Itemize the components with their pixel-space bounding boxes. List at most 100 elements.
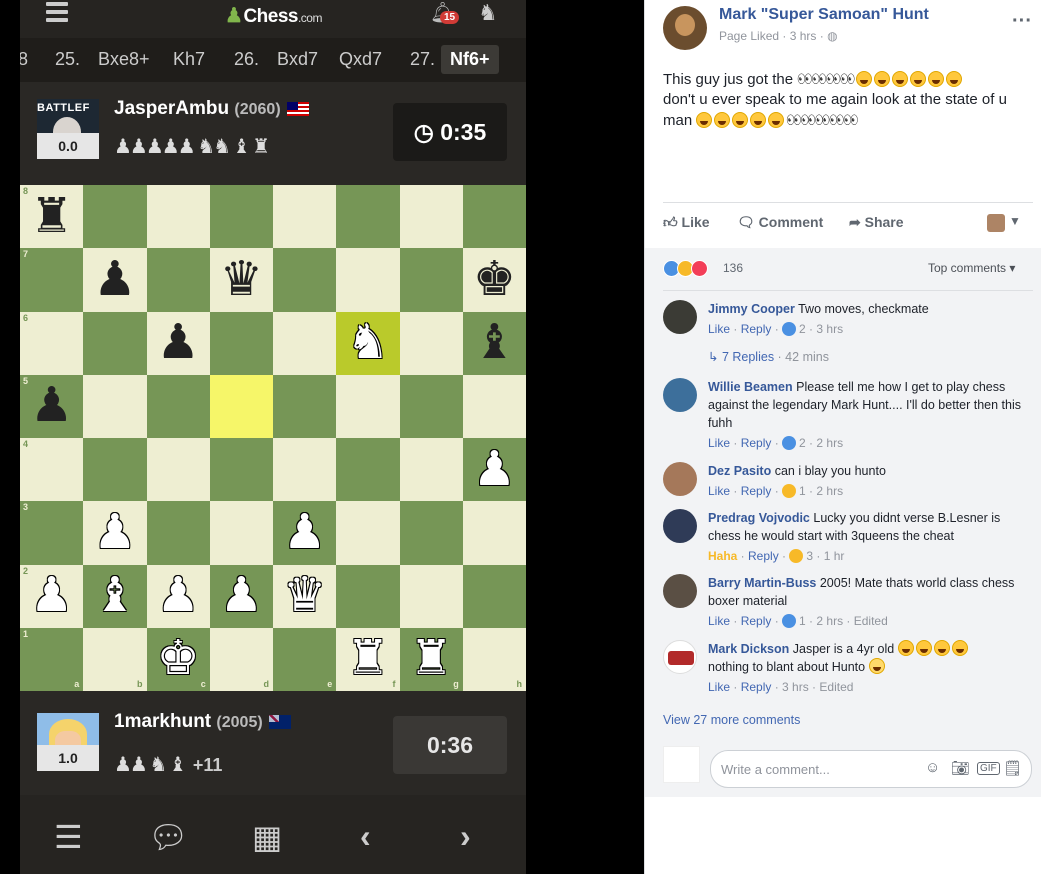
square-d7[interactable]: ♛ [209,248,273,312]
commenter-avatar[interactable] [663,574,697,608]
square-f7[interactable] [336,248,400,312]
square-c5[interactable] [146,374,210,438]
square-a5[interactable]: 5 ♟ [20,374,84,438]
more-options-icon[interactable]: ··· [1012,10,1032,33]
square-g4[interactable] [399,438,463,502]
menu-icon[interactable] [46,2,68,22]
top-comments-dropdown[interactable]: Top comments ▾ [928,261,1015,275]
square-f2[interactable] [336,564,400,628]
white-bishop-icon[interactable]: ♝ [93,572,136,620]
square-g2[interactable] [399,564,463,628]
next-icon[interactable]: › [460,818,471,855]
square-c8[interactable] [146,185,210,249]
square-e4[interactable] [273,438,337,502]
square-e7[interactable] [273,248,337,312]
square-a8[interactable]: 8 ♜ [20,185,84,249]
square-g7[interactable] [399,248,463,312]
chess-logo[interactable]: ♟Chess.com [225,3,322,28]
gif-icon[interactable]: GIF [977,762,1000,775]
square-b1[interactable]: b [83,627,147,691]
black-queen-icon[interactable]: ♛ [220,255,263,304]
square-b8[interactable] [83,185,147,249]
white-rook-icon[interactable]: ♜ [346,635,389,683]
square-f8[interactable] [336,185,400,249]
square-h1[interactable]: h [462,627,526,691]
top-player-name[interactable]: JasperAmbu (2060) [114,98,309,120]
square-f1[interactable]: f ♜ [336,627,400,691]
square-f5[interactable] [336,374,400,438]
square-b4[interactable] [83,438,147,502]
viewer-avatar[interactable] [987,214,1005,232]
share-button[interactable]: ➦ Share [849,214,904,231]
square-h8[interactable] [462,185,526,249]
white-queen-icon[interactable]: ♛ [283,572,326,620]
square-g5[interactable] [399,374,463,438]
square-c1[interactable]: c ♚ [146,627,210,691]
white-pawn-icon[interactable]: ♟ [30,572,73,620]
square-b5[interactable] [83,374,147,438]
square-b3[interactable]: ♟ [83,501,147,565]
square-b2[interactable]: ♝ [83,564,147,628]
square-g3[interactable] [399,501,463,565]
reaction-icons[interactable] [663,260,708,278]
analysis-icon[interactable]: ▦ [252,818,282,856]
white-pawn-icon[interactable]: ♟ [93,508,136,557]
commenter-avatar[interactable] [663,640,697,674]
square-h7[interactable]: ♚ [462,248,526,312]
square-f3[interactable] [336,501,400,565]
white-knight-icon[interactable]: ♞ [346,319,389,367]
black-pawn-icon[interactable]: ♟ [93,255,136,304]
square-c7[interactable] [146,248,210,312]
square-d8[interactable] [209,185,273,249]
white-pawn-icon[interactable]: ♟ [157,572,200,620]
chat-icon[interactable]: 💬︎ [148,818,189,856]
square-h4[interactable]: ♟ [462,438,526,502]
square-d5[interactable] [209,374,273,438]
square-c2[interactable]: ♟ [146,564,210,628]
square-a4[interactable]: 4 [20,438,84,502]
square-h6[interactable]: ♝ [462,311,526,375]
current-move[interactable]: Nf6+ [441,45,499,74]
square-e2[interactable]: ♛ [273,564,337,628]
square-c3[interactable] [146,501,210,565]
square-e1[interactable]: e [273,627,337,691]
list-icon[interactable]: ☰ [54,818,83,856]
like-button[interactable]: 👍︎ Like [663,214,710,231]
square-e6[interactable] [273,311,337,375]
page-avatar[interactable] [663,6,707,50]
square-d2[interactable]: ♟ [209,564,273,628]
black-pawn-icon[interactable]: ♟ [157,319,200,367]
commenter-avatar[interactable] [663,462,697,496]
puzzle-icon[interactable]: ♞ [478,0,498,26]
square-d1[interactable]: d [209,627,273,691]
move[interactable]: Bxe8+ [98,49,150,70]
square-e5[interactable] [273,374,337,438]
square-h3[interactable] [462,501,526,565]
comment-button[interactable]: 🗨︎ Comment [737,214,823,231]
black-king-icon[interactable]: ♚ [473,255,516,304]
square-b6[interactable] [83,311,147,375]
move[interactable]: Qxd7 [339,49,382,70]
square-f4[interactable] [336,438,400,502]
move[interactable]: Kh7 [173,49,205,70]
page-name[interactable]: Mark "Super Samoan" Hunt [719,6,929,24]
commenter-avatar[interactable] [663,509,697,543]
black-bishop-icon[interactable]: ♝ [473,319,516,367]
square-a7[interactable]: 7 [20,248,84,312]
square-c4[interactable] [146,438,210,502]
square-h5[interactable] [462,374,526,438]
view-replies-link[interactable]: ↳ 7 Replies · 42 mins [708,349,829,364]
move[interactable]: Bxd7 [277,49,318,70]
white-pawn-icon[interactable]: ♟ [220,572,263,620]
white-rook-icon[interactable]: ♜ [410,635,453,683]
square-f6[interactable]: ♞ [336,311,400,375]
square-e3[interactable]: ♟ [273,501,337,565]
white-pawn-icon[interactable]: ♟ [283,508,326,557]
view-more-comments-link[interactable]: View 27 more comments [663,713,800,727]
black-rook-icon[interactable]: ♜ [30,192,73,241]
square-a2[interactable]: 2 ♟ [20,564,84,628]
square-b7[interactable]: ♟ [83,248,147,312]
square-h2[interactable] [462,564,526,628]
square-a3[interactable]: 3 [20,501,84,565]
square-d3[interactable] [209,501,273,565]
